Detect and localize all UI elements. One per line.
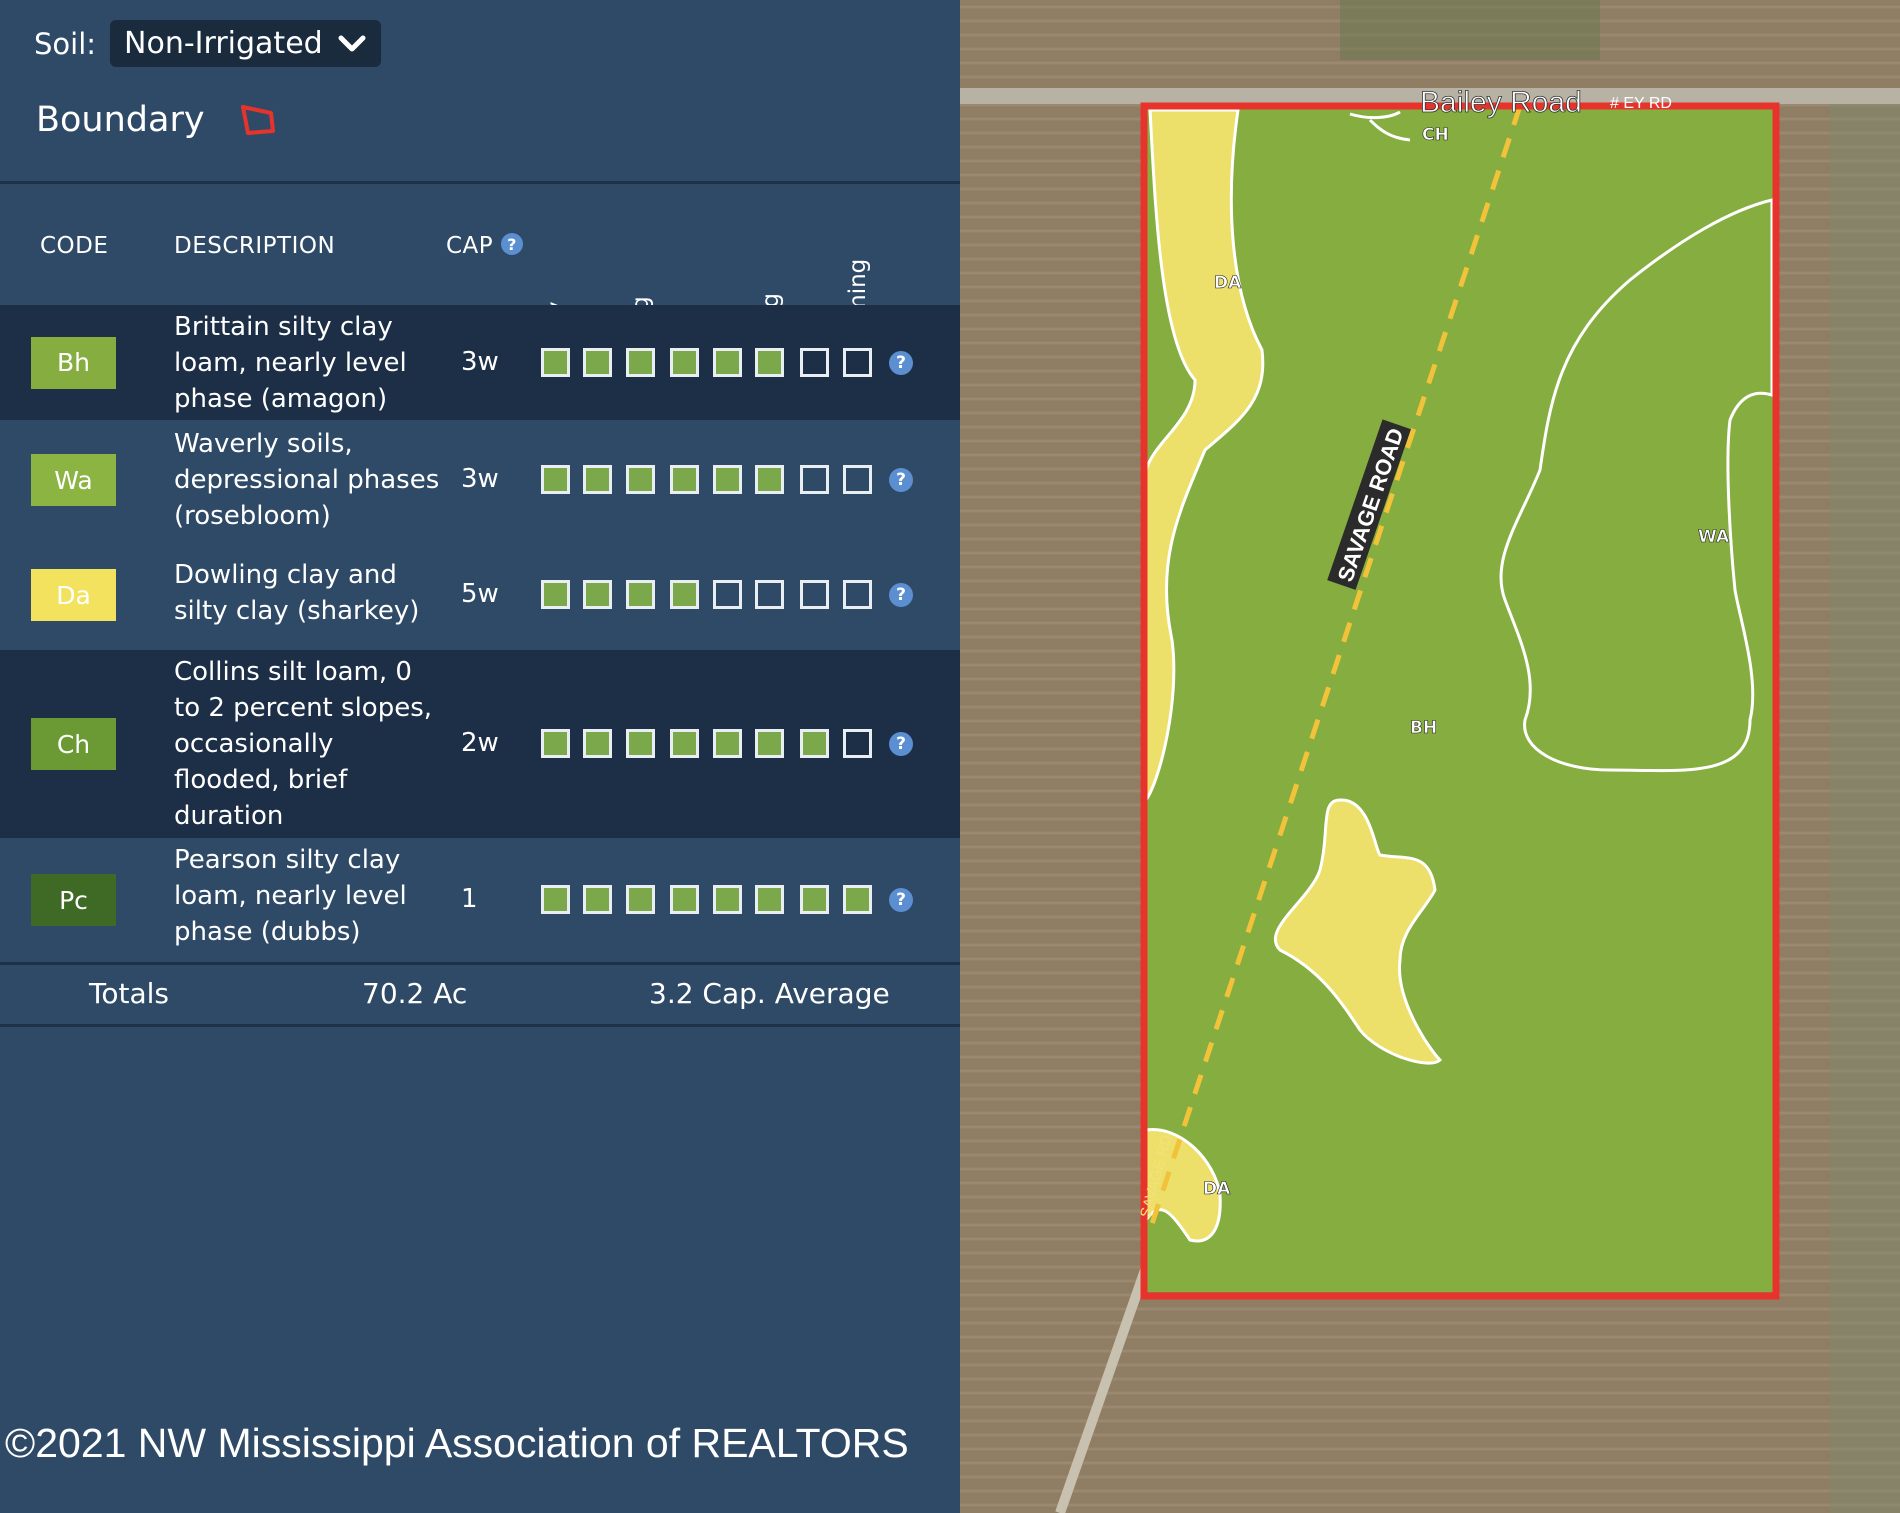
- land-use-indicator: [800, 885, 829, 914]
- right-field-strip: [1830, 100, 1900, 1513]
- land-use-indicator: [541, 465, 570, 494]
- soil-panel: Soil: Non-Irrigated Boundary CODE DESCRI…: [0, 0, 960, 1513]
- land-use-indicator: [800, 580, 829, 609]
- row-help-icon[interactable]: ?: [889, 888, 913, 912]
- soil-row-pc[interactable]: Pc Pearson silty clay loam, nearly level …: [0, 838, 960, 962]
- land-use-indicator: [541, 580, 570, 609]
- land-use-indicator: [626, 465, 655, 494]
- land-use-indicator: [541, 347, 570, 377]
- land-use-indicator: [583, 347, 612, 377]
- land-use-indicator: [626, 580, 655, 609]
- land-use-indicator: [713, 347, 742, 377]
- land-use-indicator: [541, 729, 570, 758]
- soil-description: Waverly soils, depressional phases (rose…: [174, 429, 440, 531]
- soil-code-badge: Ch: [31, 718, 116, 770]
- soil-description: Dowling clay and silty clay (sharkey): [174, 560, 420, 626]
- land-use-indicator: [626, 885, 655, 914]
- column-header-cap: CAP ?: [446, 233, 523, 259]
- soil-row-wa[interactable]: Wa Waverly soils, depressional phases (ro…: [0, 420, 960, 540]
- land-use-indicator: [755, 465, 784, 494]
- cap-help-icon[interactable]: ?: [500, 233, 523, 255]
- boundary-label: Boundary: [36, 100, 205, 140]
- bailey-road-label: Bailey Road: [1420, 86, 1582, 119]
- soil-row-da[interactable]: Da Dowling clay and silty clay (sharkey) 5…: [0, 540, 960, 650]
- header-divider: [0, 181, 960, 184]
- land-use-indicator: [713, 729, 742, 758]
- land-use-indicator: [843, 347, 872, 377]
- land-use-indicator: [670, 885, 699, 914]
- totals-acres: 70.2 Ac: [362, 977, 468, 1010]
- soil-dropdown[interactable]: Non-Irrigated: [110, 20, 381, 67]
- land-use-indicator: [713, 465, 742, 494]
- land-use-indicator: [755, 885, 784, 914]
- land-use-indicator: [755, 729, 784, 758]
- land-use-indicator: [583, 465, 612, 494]
- land-use-indicator: [800, 465, 829, 494]
- land-use-indicator: [843, 729, 872, 758]
- map-label-da-north: DA: [1214, 273, 1242, 293]
- column-header-description: DESCRIPTION: [174, 233, 336, 259]
- soil-dropdown-value: Non-Irrigated: [124, 26, 323, 61]
- row-help-icon[interactable]: ?: [889, 350, 913, 375]
- land-use-indicator: [626, 347, 655, 377]
- land-use-indicator: [843, 885, 872, 914]
- soil-description: Pearson silty clay loam, nearly level ph…: [174, 845, 407, 947]
- land-use-indicator: [670, 347, 699, 377]
- soil-cap: 3w: [461, 464, 499, 494]
- soil-code-badge: Pc: [31, 874, 116, 926]
- totals-average: 3.2 Cap. Average: [649, 977, 890, 1010]
- totals-label: Totals: [89, 977, 169, 1010]
- soil-label: Soil:: [34, 26, 97, 61]
- land-use-indicator: [713, 885, 742, 914]
- soil-map[interactable]: Bailey Road # EY RD SAVAGE ROAD SAVAGE R…: [960, 0, 1900, 1513]
- polygon-icon: [240, 105, 275, 135]
- soil-cap: 3w: [461, 346, 499, 377]
- soil-row-bh[interactable]: Bh Brittain silty clay loam, nearly level…: [0, 305, 960, 420]
- bailey-road-fragment: # EY RD: [1610, 95, 1672, 112]
- row-help-icon[interactable]: ?: [889, 732, 913, 756]
- map-label-bh: BH: [1410, 718, 1437, 738]
- land-use-indicator: [755, 580, 784, 609]
- land-use-indicator: [583, 729, 612, 758]
- land-use-indicator: [583, 885, 612, 914]
- land-use-indicator: [670, 465, 699, 494]
- land-use-indicator: [541, 885, 570, 914]
- land-use-indicator: [800, 347, 829, 377]
- soil-code-badge: Wa: [31, 454, 116, 506]
- land-use-indicator: [713, 580, 742, 609]
- land-use-indicator: [755, 347, 784, 377]
- chevron-down-icon: [338, 35, 366, 51]
- copyright-notice: ©2021 NW Mississippi Association of REAL…: [5, 1420, 909, 1466]
- land-use-indicator: [670, 729, 699, 758]
- soil-code-badge: Bh: [31, 336, 116, 389]
- row-help-icon[interactable]: ?: [889, 583, 913, 607]
- map-label-ch: CH: [1422, 125, 1449, 145]
- land-use-indicator: [583, 580, 612, 609]
- soil-cap: 1: [461, 884, 478, 914]
- map-label-wa: WA: [1698, 527, 1730, 547]
- row-help-icon[interactable]: ?: [889, 468, 913, 492]
- soil-code-badge: Da: [31, 569, 116, 621]
- land-use-indicator: [843, 580, 872, 609]
- tree-patch: [1340, 0, 1600, 60]
- soil-description: Collins silt loam, 0 to 2 percent slopes…: [174, 657, 433, 831]
- column-header-code: CODE: [40, 233, 109, 259]
- boundary-toggle[interactable]: Boundary: [36, 100, 279, 140]
- land-use-indicator: [800, 729, 829, 758]
- totals-row: Totals 70.2 Ac 3.2 Cap. Average: [0, 962, 960, 1027]
- soil-selector: Soil: Non-Irrigated: [34, 20, 381, 67]
- map-label-da-south: DA: [1203, 1179, 1231, 1199]
- land-use-indicator: [843, 465, 872, 494]
- soil-description: Brittain silty clay loam, nearly level p…: [174, 312, 407, 414]
- cap-label: CAP: [446, 233, 494, 259]
- land-use-indicator: [670, 580, 699, 609]
- soil-cap: 5w: [461, 579, 499, 609]
- land-use-indicator: [626, 729, 655, 758]
- soil-row-ch[interactable]: Ch Collins silt loam, 0 to 2 percent slop…: [0, 650, 960, 838]
- soil-cap: 2w: [461, 728, 499, 758]
